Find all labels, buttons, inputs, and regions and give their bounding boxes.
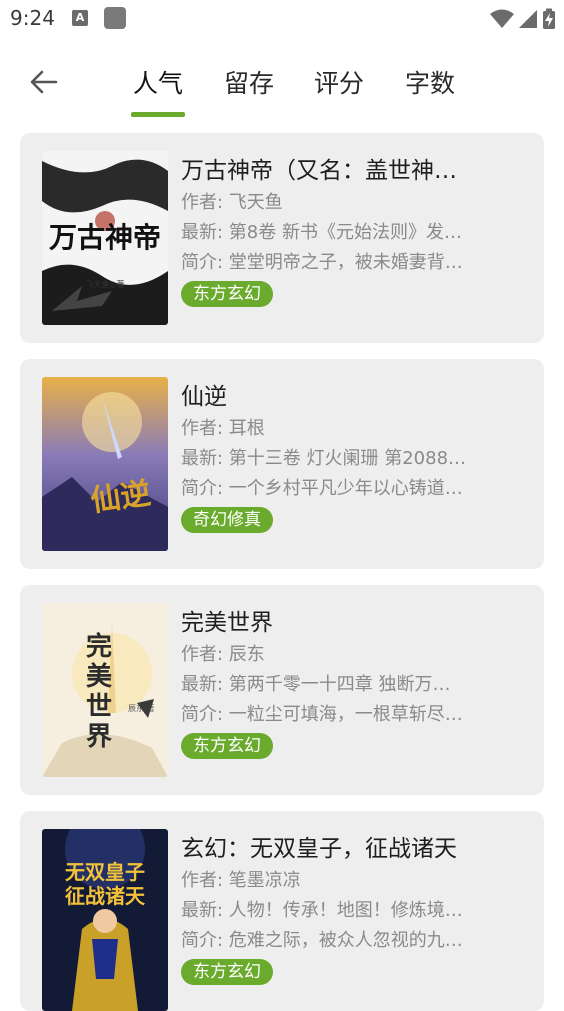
back-button[interactable] <box>26 64 62 100</box>
book-title: 完美世界 <box>181 610 273 636</box>
book-intro: 简介: 堂堂明帝之子，被未婚妻背… <box>181 252 463 273</box>
status-right-icons <box>490 8 556 30</box>
book-info: 玄幻：无双皇子，征战诸天 作者: 笔墨凉凉 最新: 人物！传承！地图！修炼境… … <box>181 833 511 985</box>
active-tab-indicator <box>131 112 185 117</box>
book-info: 万古神帝（又名：盖世神… 作者: 飞天鱼 最新: 第8卷 新书《元始法则》发… … <box>181 155 511 307</box>
cover-author: 飞天鱼◎著 <box>86 279 125 289</box>
book-title: 万古神帝（又名：盖世神… <box>181 158 457 184</box>
top-bar: 人气 留存 评分 字数 <box>0 50 564 120</box>
book-cover: 万古神帝 飞天鱼◎著 <box>42 151 168 325</box>
book-intro: 简介: 一个乡村平凡少年以心铸道… <box>181 478 463 499</box>
book-card[interactable]: 完美世界 辰东 著 完美世界 作者: 辰东 最新: 第两千零一十四章 独断万… … <box>20 585 544 795</box>
book-latest-chapter: 最新: 人物！传承！地图！修炼境… <box>181 900 463 921</box>
book-author: 作者: 笔墨凉凉 <box>181 870 301 891</box>
book-latest-chapter: 最新: 第十三卷 灯火阑珊 第2088… <box>181 448 467 469</box>
book-latest-chapter: 最新: 第两千零一十四章 独断万… <box>181 674 451 695</box>
cover-title: 无双皇子 <box>65 860 145 884</box>
cover-title: 万古神帝 <box>49 221 161 254</box>
tab-word-count[interactable]: 字数 <box>405 64 455 100</box>
book-author: 作者: 辰东 <box>181 644 265 665</box>
battery-charging-icon <box>543 8 555 29</box>
book-card[interactable]: 无双皇子 征战诸天 玄幻：无双皇子，征战诸天 作者: 笔墨凉凉 最新: 人物！传… <box>20 811 544 1011</box>
book-cover: 完美世界 辰东 著 <box>42 603 168 777</box>
cover-subtitle: 征战诸天 <box>65 884 146 908</box>
genre-tag: 东方玄幻 <box>181 959 273 985</box>
book-intro: 简介: 一粒尘可填海，一根草斩尽… <box>181 704 463 725</box>
genre-tag: 奇幻修真 <box>181 507 273 533</box>
tab-popularity[interactable]: 人气 <box>133 64 183 100</box>
book-author: 作者: 耳根 <box>181 418 265 439</box>
keyboard-a-icon: A <box>72 10 88 26</box>
book-author: 作者: 飞天鱼 <box>181 192 283 213</box>
book-card[interactable]: 仙逆 仙逆 作者: 耳根 最新: 第十三卷 灯火阑珊 第2088… 简介: 一个… <box>20 359 544 569</box>
book-card[interactable]: 万古神帝 飞天鱼◎著 万古神帝（又名：盖世神… 作者: 飞天鱼 最新: 第8卷 … <box>20 133 544 343</box>
status-bar: 9:24 A <box>0 0 564 38</box>
book-info: 完美世界 作者: 辰东 最新: 第两千零一十四章 独断万… 简介: 一粒尘可填海… <box>181 607 511 759</box>
signal-icon <box>519 10 537 28</box>
wifi-icon <box>490 9 514 28</box>
book-title: 仙逆 <box>181 384 227 410</box>
genre-tag: 东方玄幻 <box>181 281 273 307</box>
status-time: 9:24 <box>10 6 55 30</box>
book-info: 仙逆 作者: 耳根 最新: 第十三卷 灯火阑珊 第2088… 简介: 一个乡村平… <box>181 381 511 533</box>
genre-tag: 东方玄幻 <box>181 733 273 759</box>
cover-title: 完美世界 <box>86 631 112 752</box>
app-square-icon <box>104 7 126 29</box>
tab-retention[interactable]: 留存 <box>224 64 274 100</box>
book-title: 玄幻：无双皇子，征战诸天 <box>181 836 457 862</box>
tab-rating[interactable]: 评分 <box>314 64 364 100</box>
book-latest-chapter: 最新: 第8卷 新书《元始法则》发… <box>181 222 462 243</box>
book-cover: 仙逆 <box>42 377 168 551</box>
book-cover: 无双皇子 征战诸天 <box>42 829 168 1011</box>
book-intro: 简介: 危难之际，被众人忽视的九… <box>181 930 463 951</box>
back-arrow-icon <box>30 70 58 94</box>
